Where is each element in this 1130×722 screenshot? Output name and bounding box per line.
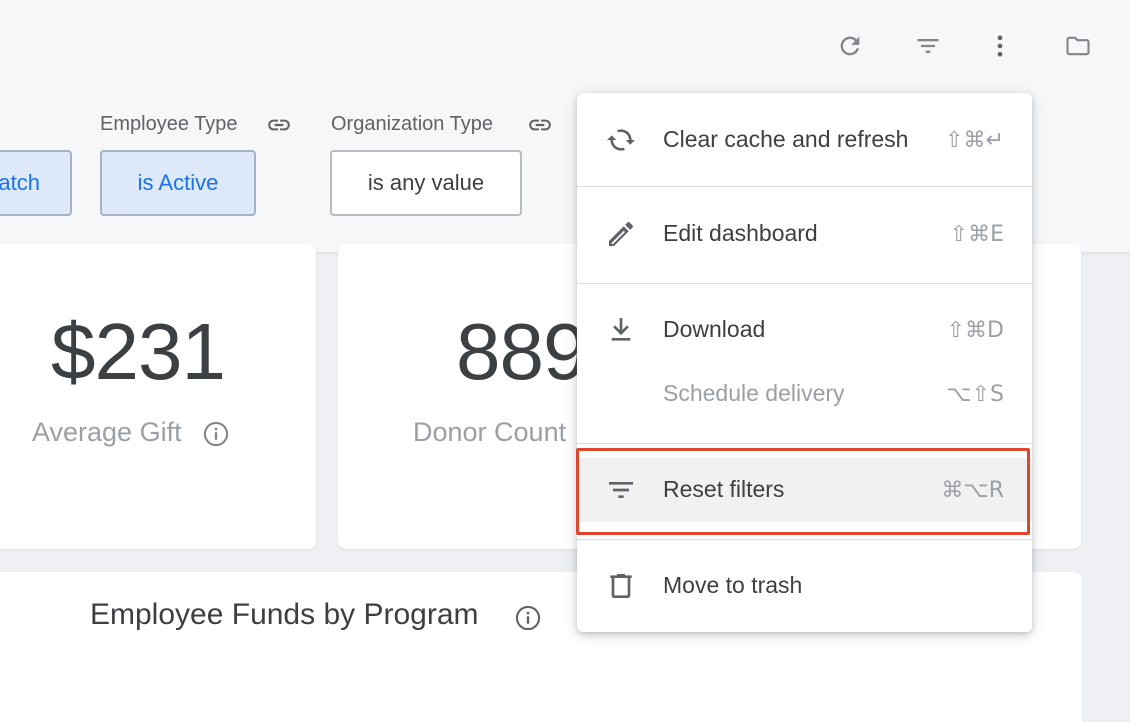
menu-item-shortcut: ⇧⌘E (949, 222, 1004, 247)
menu-item-label: Edit dashboard (663, 220, 818, 246)
menu-divider (577, 283, 1032, 284)
average-gift-label: Average Gift (32, 417, 182, 447)
link-icon[interactable] (525, 112, 555, 138)
dashboard-actions-menu: Clear cache and refresh ⇧⌘↵ Edit dashboa… (577, 93, 1032, 632)
menu-item-shortcut: ⇧⌘↵ (945, 128, 1004, 153)
filter-label-organization-type: Organization Type (331, 113, 493, 135)
pencil-icon (605, 218, 637, 250)
menu-divider (577, 186, 1032, 187)
menu-item-schedule-delivery[interactable]: Schedule delivery ⌥⇧S (577, 362, 1032, 426)
menu-divider (577, 443, 1032, 444)
donor-count-label: Donor Count (413, 417, 567, 447)
filter-icon[interactable] (912, 30, 944, 62)
menu-item-label: Reset filters (663, 476, 785, 502)
menu-item-move-to-trash[interactable]: Move to trash (577, 554, 1032, 618)
menu-item-shortcut: ⌥⇧S (946, 382, 1004, 407)
average-gift-value: $231 (51, 307, 226, 396)
filter-chip-value: is any value (367, 170, 485, 195)
menu-item-label: Download (663, 316, 766, 342)
menu-item-label: Schedule delivery (663, 380, 845, 406)
menu-item-edit-dashboard[interactable]: Edit dashboard ⇧⌘E (577, 202, 1032, 266)
info-icon[interactable] (202, 420, 230, 448)
refresh-icon (605, 124, 637, 156)
download-icon (605, 314, 637, 346)
refresh-icon[interactable] (834, 30, 866, 62)
filter-label-employee-type: Employee Type (100, 113, 238, 135)
menu-divider (577, 539, 1032, 540)
menu-item-download[interactable]: Download ⇧⌘D (577, 298, 1032, 362)
chart-title: Employee Funds by Program (90, 598, 479, 631)
filter-chip-value: atch (0, 170, 40, 195)
donor-count-value: 889 (456, 307, 587, 396)
info-icon[interactable] (514, 604, 542, 632)
trash-icon (605, 570, 637, 602)
menu-item-shortcut: ⇧⌘D (946, 318, 1004, 343)
menu-item-reset-filters[interactable]: Reset filters ⌘⌥R (577, 458, 1032, 522)
filter-chip-partial[interactable]: atch (0, 150, 72, 216)
menu-item-label: Move to trash (663, 572, 803, 598)
menu-item-label: Clear cache and refresh (663, 126, 909, 152)
link-icon[interactable] (264, 112, 294, 138)
folder-icon[interactable] (1062, 30, 1094, 62)
filter-chip-organization-type[interactable]: is any value (330, 150, 522, 216)
filter-chip-employee-type[interactable]: is Active (100, 150, 256, 216)
menu-item-shortcut: ⌘⌥R (941, 478, 1004, 503)
filter-chip-value: is Active (137, 170, 219, 195)
average-gift-card: $231 Average Gift (0, 244, 316, 549)
filter-icon (605, 474, 637, 506)
menu-item-clear-cache[interactable]: Clear cache and refresh ⇧⌘↵ (577, 108, 1032, 172)
more-vert-icon[interactable] (984, 30, 1016, 62)
